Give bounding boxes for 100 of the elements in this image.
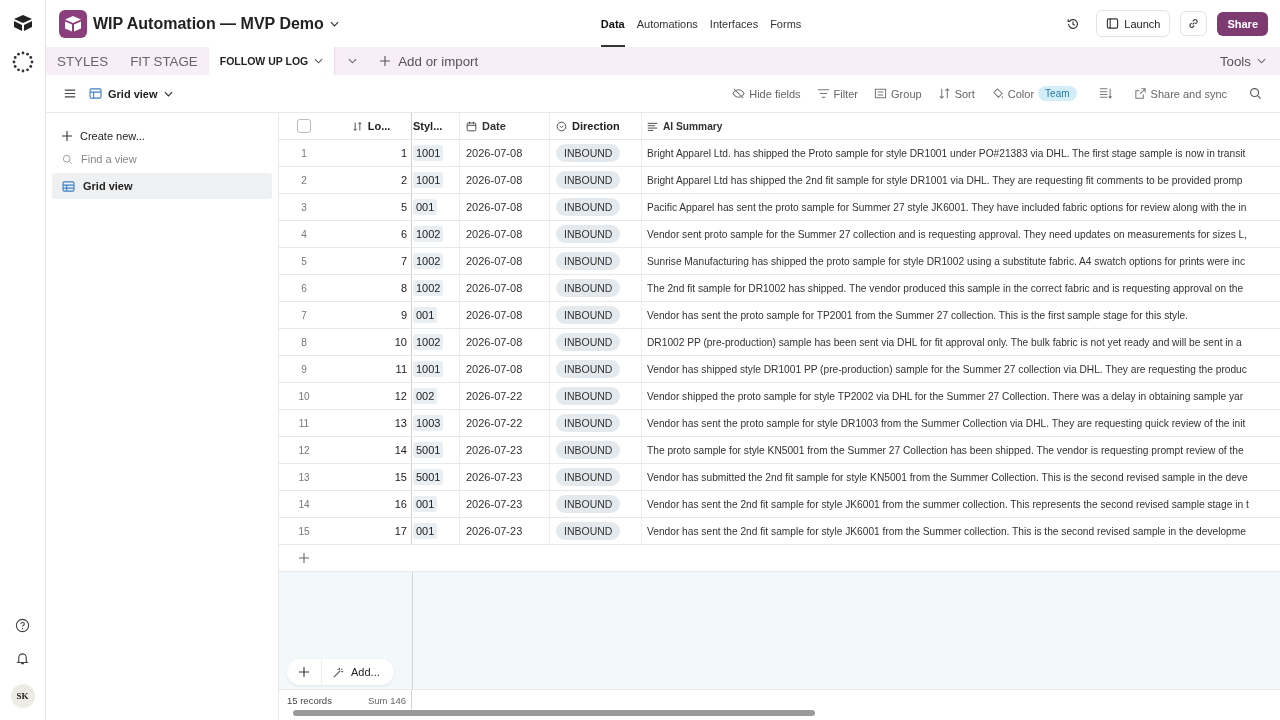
chevron-icon [163, 90, 173, 97]
table-cell: 2026-07-08 [460, 248, 550, 274]
grid-icon [89, 88, 102, 99]
share-button[interactable]: Share and sync [1133, 87, 1227, 100]
group-button[interactable]: Group [874, 87, 922, 100]
nav-tab[interactable]: Automations [636, 0, 698, 47]
table-tab[interactable]: FOLLOW UP LOG [208, 47, 336, 75]
sort-icon [937, 87, 951, 100]
row-height-icon[interactable] [1098, 87, 1112, 100]
style-chip: 1003 [413, 415, 444, 431]
style-chip: 1002 [413, 280, 444, 296]
tools-button[interactable]: Tools [1219, 47, 1266, 75]
grid-icon [62, 180, 75, 192]
table-tab[interactable]: FIT STAGE [119, 47, 209, 75]
team-badge: Team [1038, 86, 1077, 101]
link-icon [1187, 17, 1201, 30]
table-cell: 2026-07-08 [460, 140, 550, 166]
launch-button[interactable]: Launch [1096, 10, 1171, 37]
table-cell: 2026-07-22 [460, 383, 550, 409]
table-cell-text: Vendor has sent the 2nd fit sample for style JK6001 from the summer collection. This represents the second revised sample stage in t [646, 497, 1250, 512]
style-chip: 001 [413, 307, 438, 323]
filter-button[interactable]: Filter [816, 87, 859, 100]
style-chip: 001 [413, 523, 438, 539]
direction-tag: INBOUND [556, 144, 621, 162]
style-chip: 001 [413, 496, 438, 512]
row-number: 3 [300, 201, 308, 213]
direction-tag: INBOUND [556, 198, 621, 216]
plus-icon [299, 667, 309, 677]
base-icon [59, 9, 87, 38]
base-title[interactable]: WIP Automation — MVP Demo [93, 14, 339, 33]
row-number: 5 [300, 255, 308, 267]
hide-button[interactable]: Hide fields [732, 87, 801, 100]
view-item[interactable]: Grid view [52, 173, 272, 199]
record-count: 15 records [287, 694, 332, 706]
nav-tab[interactable]: Forms [770, 0, 802, 47]
direction-tag: INBOUND [556, 522, 621, 540]
search-icon[interactable] [1249, 87, 1262, 100]
table-cell-text: The proto sample for style KN5001 from the Summer 27 Collection has been shipped. The vendor is requesting prompt review of the [646, 443, 1245, 458]
row-number: 12 [297, 444, 311, 456]
table-cell-text: Sunrise Manufacturing has shipped the proto sample for style DR1002 using a substitute fabric. A4 swatch options for prints were inc [646, 254, 1246, 269]
table-cell-text: Vendor shipped the proto sample for style TP2002 via DHL for the Summer 27 Collection. There was a delay in obtaining sample yar [646, 389, 1245, 404]
nav-tab[interactable]: Interfaces [709, 0, 759, 47]
column-header[interactable]: AI Summary [642, 113, 1280, 139]
row-number: 6 [300, 282, 308, 294]
bell-icon[interactable] [15, 651, 30, 666]
help-icon[interactable] [15, 618, 30, 633]
row-number: 14 [297, 498, 311, 510]
table-cell: 17 [329, 518, 412, 544]
column-header[interactable]: Date [460, 113, 550, 139]
column-header[interactable]: Styl... [412, 113, 460, 139]
row-number: 4 [300, 228, 308, 240]
table-cell: 5 [329, 194, 412, 220]
table-tab[interactable]: STYLES [46, 47, 120, 75]
table-cell-text: Vendor has sent the proto sample for TP2001 from the Summer 27 collection. This is the first sample stage for this style. [646, 308, 1189, 323]
menu-icon[interactable] [64, 88, 76, 99]
table-cell-text: Bright Apparel Ltd. has shipped the Proto sample for style DR1001 under PO#21383 via DHL. The first stage sample is now in transit [646, 146, 1247, 161]
style-chip: 5001 [413, 442, 444, 458]
find-view-field[interactable]: Find a view [81, 153, 231, 165]
color-button[interactable]: Color Team [990, 86, 1077, 101]
chevron-icon [1257, 58, 1266, 64]
style-chip: 1001 [413, 172, 444, 188]
column-header[interactable]: Lo... [329, 113, 412, 139]
table-cell: 12 [329, 383, 412, 409]
table-cell: 2026-07-08 [460, 356, 550, 382]
table-cell: 16 [329, 491, 412, 517]
table-cell-text: Vendor has sent the proto sample for style DR1003 from the Summer Collection via DHL. They are requesting quick review of the init [646, 416, 1247, 431]
link-button[interactable] [1180, 11, 1208, 36]
color-icon [990, 87, 1004, 100]
select-all-checkbox[interactable] [297, 119, 311, 133]
user-avatar[interactable]: SK [10, 684, 35, 708]
direction-tag: INBOUND [556, 171, 621, 189]
column-header[interactable]: Direction [550, 113, 642, 139]
table-cell-text: Bright Apparel Ltd has shipped the 2nd fit sample for style DR1001 via DHL. They are requesting fit comments to be provided promp [646, 173, 1244, 188]
share-button[interactable]: Share [1217, 11, 1268, 36]
history-icon[interactable] [1066, 16, 1081, 31]
text-icon [647, 120, 658, 132]
direction-tag: INBOUND [556, 279, 621, 297]
row-number: 11 [297, 417, 311, 429]
direction-tag: INBOUND [556, 468, 621, 486]
direction-tag: INBOUND [556, 495, 621, 513]
search-icon [62, 153, 73, 165]
table-cell: 2 [329, 167, 412, 193]
view-switcher[interactable]: Grid view [89, 87, 173, 100]
sort-icon [351, 120, 363, 132]
create-view-button[interactable]: Create new... [52, 127, 272, 145]
filter-icon [816, 87, 830, 100]
table-cell: 2026-07-23 [460, 518, 550, 544]
chevron-icon [314, 58, 324, 64]
scrollbar[interactable] [293, 710, 815, 716]
logo-icon[interactable] [12, 14, 33, 32]
row-number: 13 [297, 471, 311, 483]
table-cell: 2026-07-22 [460, 410, 550, 436]
style-chip: 1001 [413, 145, 444, 161]
add-or-import-button[interactable]: Add or import [370, 47, 489, 75]
sort-button[interactable]: Sort [937, 87, 975, 100]
direction-tag: INBOUND [556, 387, 621, 405]
table-cell: 2026-07-08 [460, 275, 550, 301]
row-number: 7 [300, 309, 308, 321]
table-cell: 2026-07-08 [460, 167, 550, 193]
hide-icon [732, 87, 746, 100]
